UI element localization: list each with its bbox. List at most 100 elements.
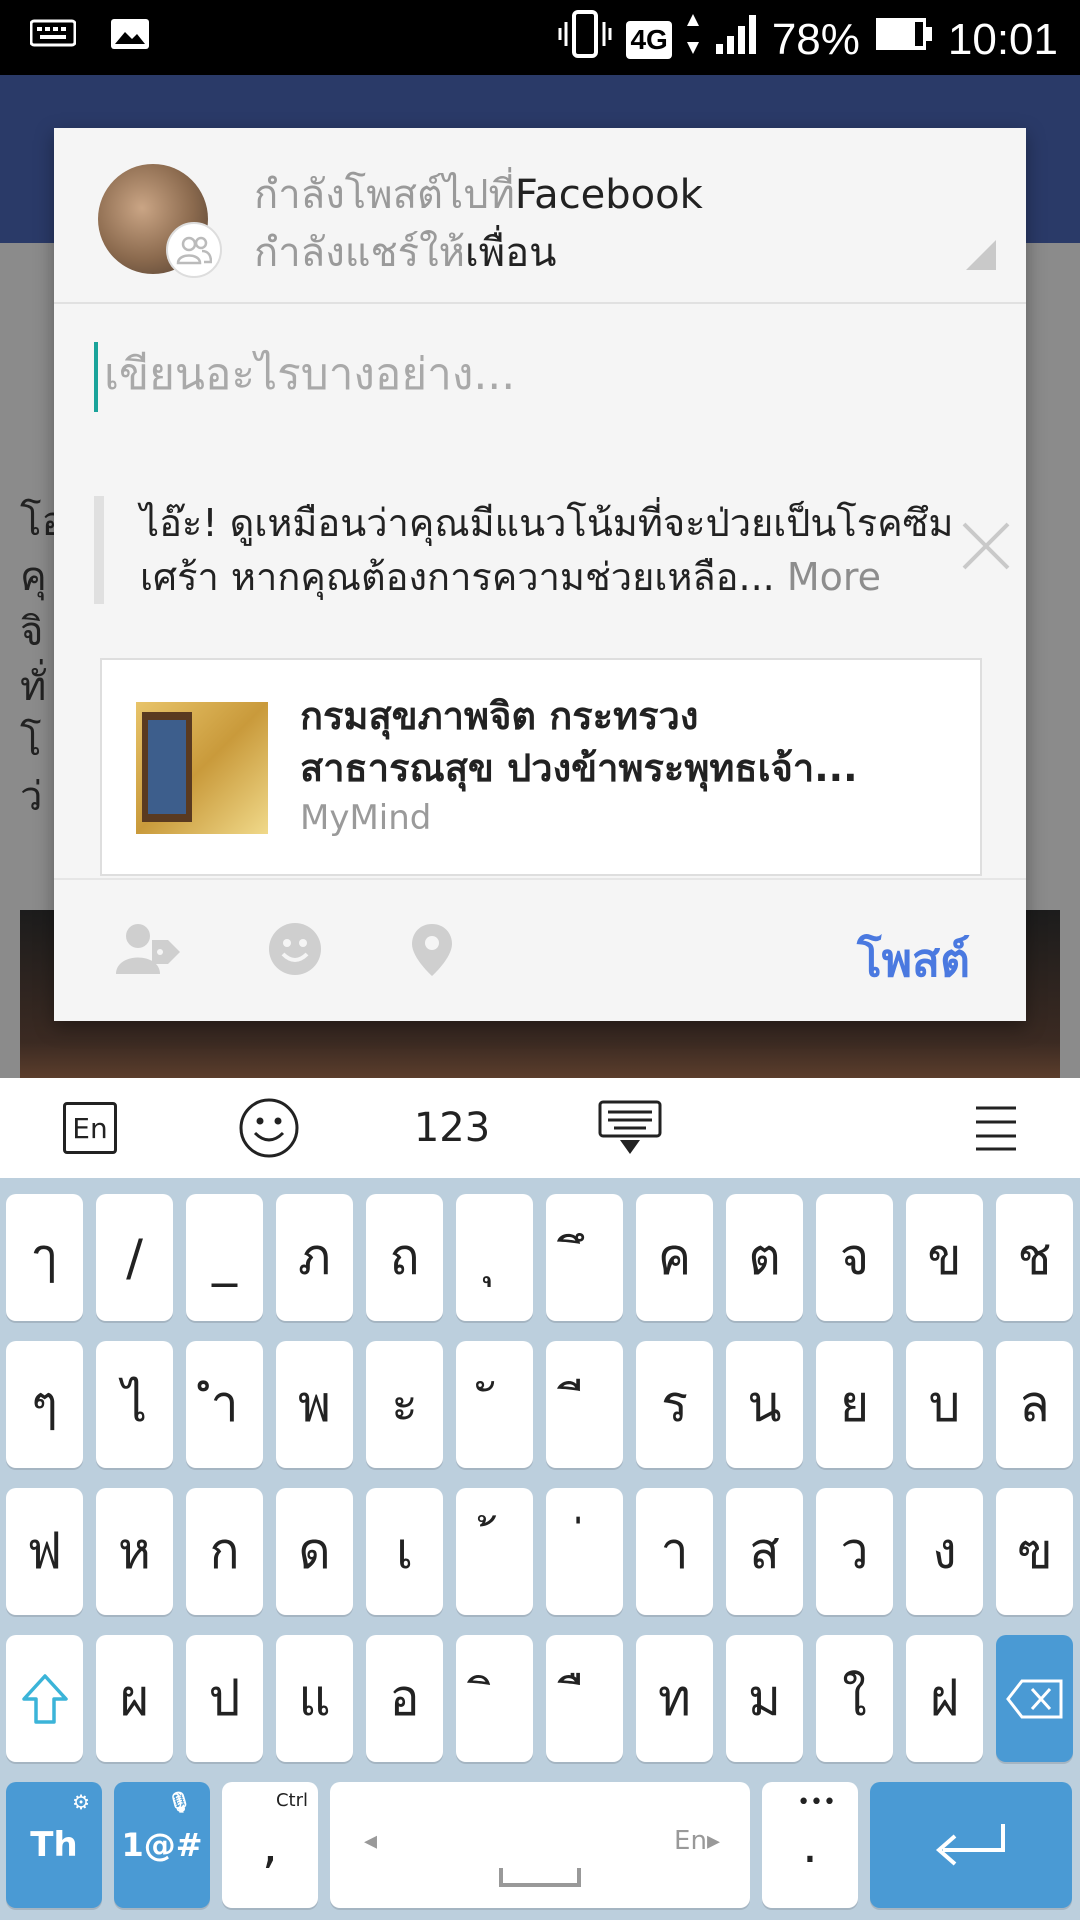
key[interactable]: _ bbox=[186, 1194, 263, 1321]
key[interactable]: ไ bbox=[96, 1341, 173, 1468]
keyboard-toolbar: En 123 bbox=[0, 1078, 1080, 1178]
link-preview-card[interactable]: กรมสุขภาพจิต กระทรวง สาธารณสุข ปวงข้าพระ… bbox=[100, 658, 982, 876]
key[interactable]: ุ bbox=[456, 1194, 533, 1321]
key[interactable]: ด bbox=[276, 1488, 353, 1615]
emoji-keyboard-icon[interactable] bbox=[238, 1098, 300, 1158]
key[interactable]: บ bbox=[906, 1341, 983, 1468]
key[interactable]: ก bbox=[186, 1488, 263, 1615]
key[interactable]: ฝ bbox=[906, 1635, 983, 1762]
period-key[interactable]: ••• . bbox=[762, 1782, 858, 1908]
key[interactable]: ั bbox=[456, 1341, 533, 1468]
link-thumbnail bbox=[136, 702, 268, 834]
suggestion-line-2: เศร้า หากคุณต้องการความช่วยเหลือ... bbox=[140, 555, 775, 599]
key[interactable]: ย bbox=[816, 1341, 893, 1468]
friends-audience-icon bbox=[166, 222, 222, 278]
key[interactable]: ฃ bbox=[996, 1488, 1073, 1615]
key[interactable]: ต bbox=[726, 1194, 803, 1321]
link-title: กรมสุขภาพจิต กระทรวง สาธารณสุข ปวงข้าพระ… bbox=[300, 694, 858, 790]
dialog-header: กำลังโพสต์ไปที่Facebook กำลังแชร์ให้เพื่… bbox=[54, 128, 1026, 304]
language-switch-key[interactable]: ⚙ Th bbox=[6, 1782, 102, 1908]
data-arrows-icon bbox=[686, 12, 700, 67]
key[interactable]: ค bbox=[636, 1194, 713, 1321]
key[interactable]: ช bbox=[996, 1194, 1073, 1321]
key[interactable]: พ bbox=[276, 1341, 353, 1468]
key[interactable]: ส bbox=[726, 1488, 803, 1615]
key[interactable]: ท bbox=[636, 1635, 713, 1762]
hide-keyboard-icon[interactable] bbox=[598, 1098, 662, 1158]
key[interactable]: เ bbox=[366, 1488, 443, 1615]
space-language-label: En▸ bbox=[674, 1826, 720, 1856]
clock: 10:01 bbox=[947, 14, 1058, 64]
post-text-input[interactable]: เขียนอะไรบางอย่าง... bbox=[94, 342, 974, 412]
key[interactable]: ป bbox=[186, 1635, 263, 1762]
key[interactable]: แ bbox=[276, 1635, 353, 1762]
battery-icon bbox=[874, 14, 934, 65]
key[interactable]: ว bbox=[816, 1488, 893, 1615]
feeling-emoji-icon[interactable] bbox=[268, 922, 322, 980]
tag-people-icon[interactable] bbox=[116, 922, 182, 978]
enter-key[interactable] bbox=[870, 1782, 1072, 1908]
key[interactable]: ง bbox=[906, 1488, 983, 1615]
location-pin-icon[interactable] bbox=[410, 922, 454, 982]
link-source: MyMind bbox=[300, 798, 432, 838]
key[interactable]: ข bbox=[906, 1194, 983, 1321]
audience-selector[interactable]: กำลังแชร์ให้เพื่อน bbox=[254, 220, 556, 284]
key[interactable]: ห bbox=[96, 1488, 173, 1615]
composer-toolbar: โพสต์ bbox=[54, 878, 1026, 1021]
key[interactable]: ้ bbox=[456, 1488, 533, 1615]
key[interactable]: ผ bbox=[96, 1635, 173, 1762]
key[interactable]: จ bbox=[816, 1194, 893, 1321]
suggestion-more-link[interactable]: More bbox=[787, 555, 881, 599]
comma-key[interactable]: Ctrl , bbox=[222, 1782, 318, 1908]
key[interactable]: ี bbox=[546, 1341, 623, 1468]
menu-icon[interactable] bbox=[974, 1098, 1018, 1158]
vibrate-icon bbox=[558, 10, 612, 69]
shift-arrow-icon bbox=[21, 1673, 68, 1724]
backspace-icon bbox=[1005, 1679, 1062, 1718]
key[interactable]: น bbox=[726, 1341, 803, 1468]
keyboard-notification-icon bbox=[29, 18, 77, 54]
key[interactable]: ๆ bbox=[6, 1341, 83, 1468]
key[interactable]: ล bbox=[996, 1341, 1073, 1468]
enter-icon bbox=[935, 1824, 1005, 1866]
key[interactable]: อ bbox=[366, 1635, 443, 1762]
wellbeing-suggestion: ไอ๊ะ! ดูเหมือนว่าคุณมีแนวโน้มที่จะป่วยเป… bbox=[94, 496, 994, 604]
language-toggle-button[interactable]: En bbox=[62, 1098, 118, 1158]
battery-percent: 78% bbox=[771, 14, 860, 64]
posting-destination[interactable]: กำลังโพสต์ไปที่Facebook bbox=[254, 162, 703, 226]
cursor-left-icon: ◂ bbox=[364, 1826, 378, 1856]
post-button[interactable]: โพสต์ bbox=[857, 924, 970, 997]
key[interactable]: ่ bbox=[546, 1488, 623, 1615]
key[interactable]: า bbox=[636, 1488, 713, 1615]
key[interactable]: ๅ bbox=[6, 1194, 83, 1321]
shift-key[interactable] bbox=[6, 1635, 83, 1762]
settings-gear-icon: ⚙ bbox=[72, 1790, 90, 1814]
microphone-icon: 🎙 bbox=[166, 1790, 192, 1814]
key[interactable]: / bbox=[96, 1194, 173, 1321]
keyboard: ๅ / _ ภ ถ ุ ึ ค ต จ ข ช ๆ ไ ำ พ ะ ั ี ร … bbox=[0, 1178, 1080, 1920]
key[interactable]: ฟ bbox=[6, 1488, 83, 1615]
share-dialog: กำลังโพสต์ไปที่Facebook กำลังแชร์ให้เพื่… bbox=[54, 128, 1026, 1021]
status-bar: 4G 78% 10:01 bbox=[0, 0, 1080, 75]
key[interactable]: ร bbox=[636, 1341, 713, 1468]
space-bar-icon bbox=[499, 1868, 581, 1887]
key[interactable]: ถ bbox=[366, 1194, 443, 1321]
dropdown-corner-icon[interactable] bbox=[966, 240, 996, 270]
signal-icon bbox=[714, 12, 758, 67]
close-icon[interactable] bbox=[956, 516, 1016, 576]
space-key[interactable]: ◂ En▸ bbox=[330, 1782, 750, 1908]
key[interactable]: ื bbox=[546, 1635, 623, 1762]
network-type-badge: 4G bbox=[626, 20, 672, 59]
key[interactable]: ึ bbox=[546, 1194, 623, 1321]
numbers-toggle-button[interactable]: 123 bbox=[412, 1098, 492, 1158]
key[interactable]: ใ bbox=[816, 1635, 893, 1762]
key[interactable]: ม bbox=[726, 1635, 803, 1762]
key[interactable]: ภ bbox=[276, 1194, 353, 1321]
image-notification-icon bbox=[110, 18, 150, 54]
suggestion-line-1: ไอ๊ะ! ดูเหมือนว่าคุณมีแนวโน้มที่จะป่วยเป… bbox=[140, 501, 954, 545]
backspace-key[interactable] bbox=[996, 1635, 1073, 1762]
key[interactable]: ิ bbox=[456, 1635, 533, 1762]
key[interactable]: ะ bbox=[366, 1341, 443, 1468]
key[interactable]: ำ bbox=[186, 1341, 263, 1468]
symbols-key[interactable]: 🎙 1@# bbox=[114, 1782, 210, 1908]
